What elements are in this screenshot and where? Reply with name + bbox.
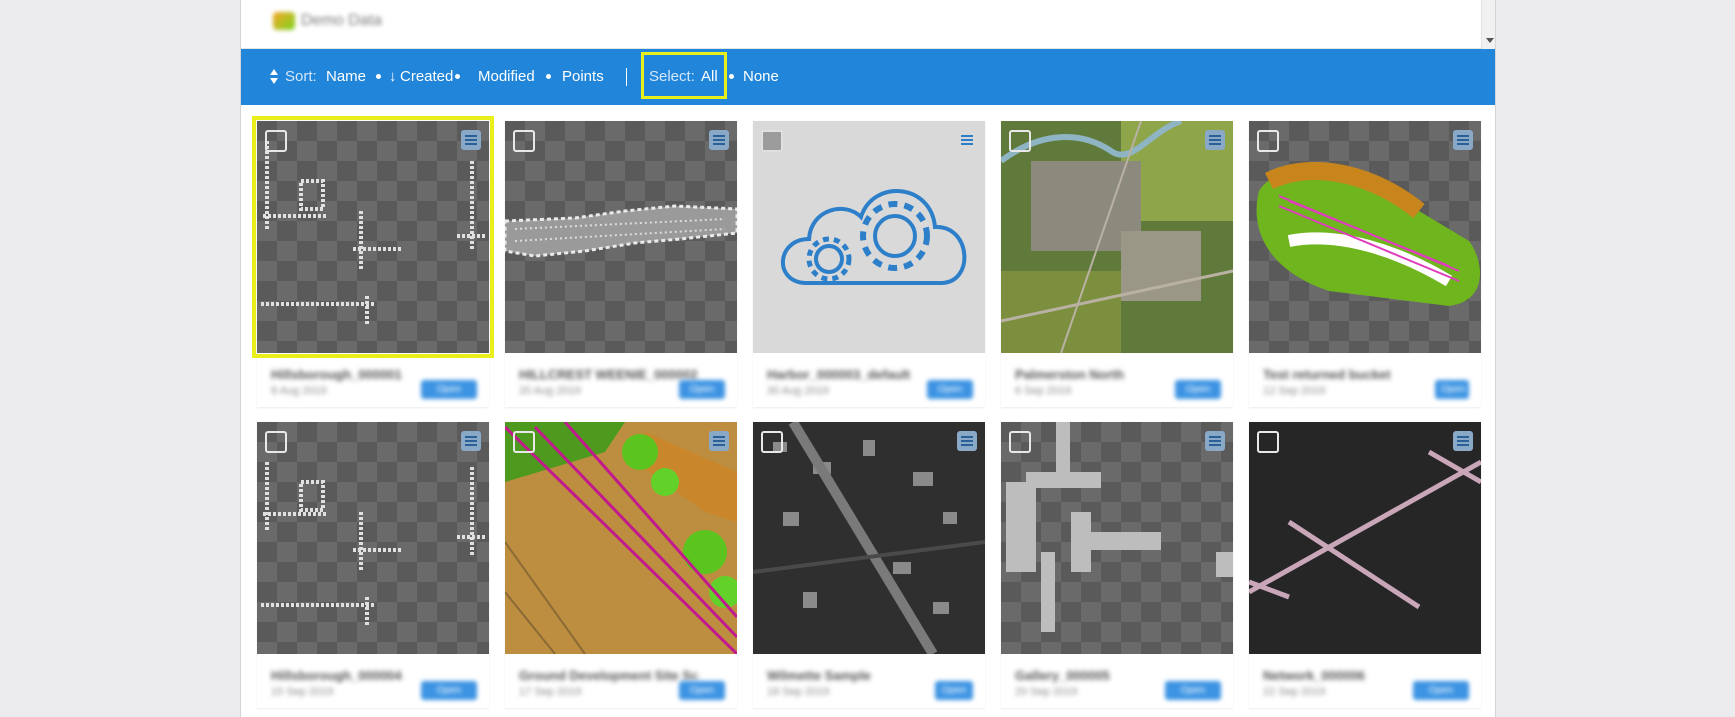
tunnel-network-thumbnail bbox=[1249, 422, 1481, 654]
card-hamburger-menu-icon[interactable] bbox=[709, 431, 729, 451]
dataset-title[interactable]: Demo Data bbox=[273, 12, 382, 30]
separator-dot bbox=[546, 74, 551, 79]
card-thumbnail[interactable] bbox=[1249, 422, 1481, 654]
card-checkbox-icon[interactable] bbox=[265, 431, 287, 453]
card-date: 17 Sep 2019 bbox=[519, 686, 582, 698]
dataset-card[interactable]: Network_000006 22 Sep 2019 Open bbox=[1249, 422, 1481, 708]
separator-dot bbox=[455, 74, 460, 79]
card-date: 22 Sep 2019 bbox=[1263, 686, 1326, 698]
card-thumbnail[interactable] bbox=[257, 422, 489, 654]
card-open-button[interactable]: Open bbox=[421, 681, 477, 700]
select-none-link[interactable]: None bbox=[743, 49, 779, 105]
card-title: Palmerston North bbox=[1015, 367, 1125, 382]
card-open-button[interactable]: Open bbox=[679, 681, 725, 700]
card-checkbox-icon[interactable] bbox=[1257, 431, 1279, 453]
card-hamburger-menu-icon[interactable] bbox=[1453, 130, 1473, 150]
corridor-pointcloud-thumbnail bbox=[505, 204, 737, 258]
card-checkbox-icon[interactable] bbox=[1009, 130, 1031, 152]
dataset-card[interactable]: Ground Development Site Scan 17 Sep 2019… bbox=[505, 422, 737, 708]
dataset-card[interactable]: Harbor_000003_default 30 Aug 2019 Open bbox=[753, 121, 985, 407]
card-checkbox-icon[interactable] bbox=[1257, 130, 1279, 152]
aerial-map-thumbnail bbox=[1001, 121, 1233, 353]
select-highlight-box bbox=[641, 52, 727, 99]
dataset-card[interactable]: Palmerston North 6 Sep 2019 Open bbox=[1001, 121, 1233, 407]
card-checkbox-icon[interactable] bbox=[513, 431, 535, 453]
card-date: 30 Aug 2019 bbox=[767, 385, 829, 397]
card-thumbnail[interactable] bbox=[1249, 121, 1481, 353]
card-hamburger-menu-icon[interactable] bbox=[1205, 431, 1225, 451]
card-hamburger-menu-icon[interactable] bbox=[957, 130, 977, 150]
card-open-button[interactable]: Open bbox=[1165, 681, 1221, 700]
card-title: Ground Development Site Scan bbox=[519, 668, 699, 683]
card-open-button[interactable]: Open bbox=[927, 380, 973, 399]
card-date: 20 Sep 2019 bbox=[1015, 686, 1078, 698]
sort-by-name[interactable]: Name bbox=[326, 49, 366, 105]
card-hamburger-menu-icon[interactable] bbox=[709, 130, 729, 150]
dataset-panel: Demo Data Sort: Name ↓ Created Modified … bbox=[240, 0, 1496, 717]
card-date: 15 Sep 2019 bbox=[271, 686, 334, 698]
separator-dot bbox=[729, 74, 734, 79]
sort-by-created[interactable]: Created bbox=[400, 49, 453, 105]
sort-direction-arrow-down-icon[interactable]: ↓ bbox=[389, 49, 397, 105]
scroll-down-arrow-icon[interactable] bbox=[1486, 38, 1494, 43]
card-checkbox-icon[interactable] bbox=[513, 130, 535, 152]
dataset-card[interactable]: Hillsborough_000001 8 Aug 2019 Open bbox=[252, 116, 494, 407]
card-hamburger-menu-icon[interactable] bbox=[461, 431, 481, 451]
card-date: 18 Sep 2019 bbox=[767, 686, 830, 698]
card-open-button[interactable]: Open bbox=[1175, 380, 1221, 399]
card-date: 8 Aug 2019 bbox=[271, 385, 327, 397]
toolbar-divider bbox=[626, 68, 627, 86]
card-date: 6 Sep 2019 bbox=[1015, 385, 1072, 397]
card-checkbox-icon[interactable] bbox=[761, 130, 783, 152]
building-pointcloud-thumbnail bbox=[1006, 422, 1233, 632]
dataset-title-text: Demo Data bbox=[301, 12, 382, 29]
card-title: Harbor_000003_default bbox=[767, 367, 911, 382]
header-scrollbar[interactable] bbox=[1481, 0, 1495, 49]
dataset-header: Demo Data bbox=[241, 0, 1481, 49]
card-date: 20 Aug 2019 bbox=[519, 385, 581, 397]
card-checkbox-icon[interactable] bbox=[761, 431, 783, 453]
sort-updown-icon bbox=[269, 69, 279, 85]
card-thumbnail[interactable] bbox=[1001, 422, 1233, 654]
card-thumbnail[interactable] bbox=[505, 121, 737, 353]
card-open-button[interactable]: Open bbox=[1413, 681, 1469, 700]
sort-label: Sort: bbox=[285, 68, 317, 85]
card-open-button[interactable]: Open bbox=[935, 681, 973, 700]
card-hamburger-menu-icon[interactable] bbox=[1453, 431, 1473, 451]
separator-dot bbox=[376, 74, 381, 79]
floorplan-pointcloud-thumbnail bbox=[261, 462, 485, 627]
card-title: Test returned bucket bbox=[1263, 367, 1391, 382]
card-thumbnail[interactable] bbox=[505, 422, 737, 654]
cloud-gears-icon bbox=[780, 189, 967, 285]
card-open-button[interactable]: Open bbox=[1435, 380, 1469, 399]
dataset-card[interactable]: HILLCREST WEENIE_000002_default 20 Aug 2… bbox=[505, 121, 737, 407]
sort-select-toolbar: Sort: Name ↓ Created Modified Points Sel… bbox=[241, 49, 1495, 105]
sort-by-modified[interactable]: Modified bbox=[478, 49, 535, 105]
lidar-city-thumbnail bbox=[753, 422, 985, 654]
card-open-button[interactable]: Open bbox=[421, 380, 477, 399]
dataset-card[interactable]: Test returned bucket 12 Sep 2019 Open bbox=[1249, 121, 1481, 407]
dataset-logo-icon bbox=[273, 12, 295, 30]
card-thumbnail[interactable] bbox=[753, 422, 985, 654]
card-thumbnail[interactable] bbox=[753, 121, 985, 353]
selected-card-highlight bbox=[252, 116, 494, 358]
card-hamburger-menu-icon[interactable] bbox=[1205, 130, 1225, 150]
classified-pointcloud-thumbnail bbox=[1256, 162, 1481, 306]
card-title: Wilmette Sample bbox=[767, 668, 871, 683]
dataset-card[interactable]: Wilmette Sample 18 Sep 2019 Open bbox=[753, 422, 985, 708]
dataset-card[interactable]: Hillsborough_000004 15 Sep 2019 Open bbox=[257, 422, 489, 708]
3d-scene-thumbnail bbox=[505, 422, 737, 654]
sort-by-points[interactable]: Points bbox=[562, 49, 604, 105]
card-thumbnail[interactable] bbox=[1001, 121, 1233, 353]
card-title: HILLCREST WEENIE_000002_default bbox=[519, 367, 699, 382]
card-open-button[interactable]: Open bbox=[679, 380, 725, 399]
card-hamburger-menu-icon[interactable] bbox=[957, 431, 977, 451]
card-date: 12 Sep 2019 bbox=[1263, 385, 1326, 397]
card-checkbox-icon[interactable] bbox=[1009, 431, 1031, 453]
dataset-card[interactable]: Gallery_000005 20 Sep 2019 Open bbox=[1001, 422, 1233, 708]
